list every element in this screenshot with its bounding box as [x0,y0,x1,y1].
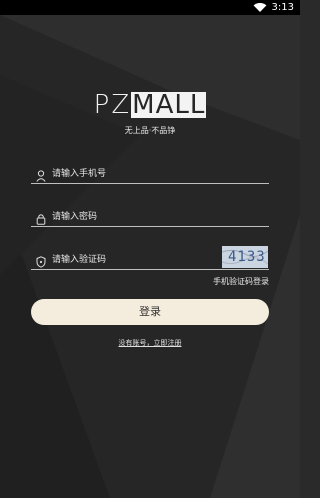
logo-mall: MALL [131,90,207,120]
login-button[interactable]: 登录 [31,299,269,325]
shield-icon [36,253,46,268]
brand-logo: PZMALL [0,90,300,120]
phone-input[interactable]: 请输入手机号 [52,166,106,179]
password-input[interactable]: 请输入密码 [52,209,97,222]
phone-field[interactable]: 请输入手机号 [31,163,269,184]
wifi-icon [253,2,267,15]
user-icon [36,167,46,182]
status-bar: 3:13 [0,0,300,15]
logo-pz: PZ [93,90,132,120]
captcha-input[interactable]: 请输入验证码 [52,252,106,265]
lock-icon [36,210,46,225]
password-field[interactable]: 请输入密码 [31,206,269,227]
captcha-image[interactable]: 4133 [222,246,268,268]
captcha-code: 4133 [228,249,266,265]
app-screen: 3:13 PZMALL 无上品·不品铮 请输入手机号 请输入密码 请输入验证码 … [0,0,300,498]
brand-slogan: 无上品·不品铮 [124,126,176,135]
sms-login-link[interactable]: 手机验证码登录 [213,276,269,287]
status-time: 3:13 [271,2,294,13]
register-link[interactable]: 没有账号，立即注册 [0,338,300,348]
